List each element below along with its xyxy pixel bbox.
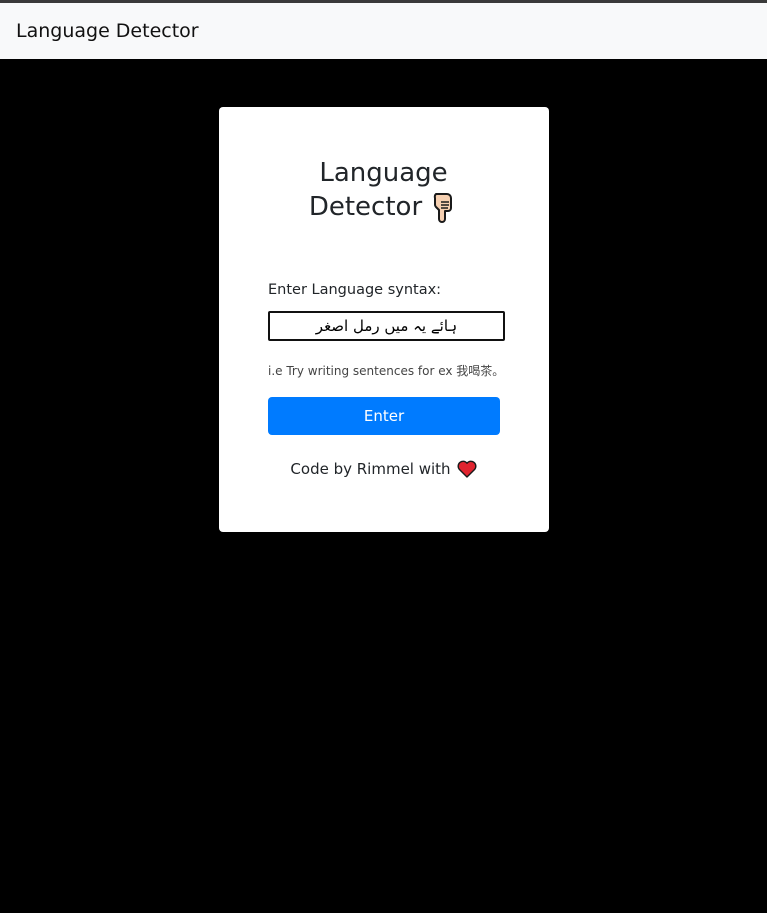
- title-line-1: Language: [319, 158, 448, 188]
- language-syntax-input[interactable]: [268, 311, 505, 341]
- input-label: Enter Language syntax:: [268, 282, 442, 298]
- hint-text: i.e Try writing sentences for ex 我喝茶。: [268, 364, 505, 378]
- navbar: Language Detector: [0, 3, 767, 59]
- card-title: Language Detector: [0, 156, 767, 224]
- enter-button[interactable]: Enter: [268, 397, 500, 435]
- title-line-2: Detector: [308, 192, 423, 222]
- pointing-down-hand-icon: [433, 193, 453, 223]
- heart-icon: [457, 460, 477, 478]
- footer-credit: Code by Rimmel with: [0, 460, 767, 478]
- navbar-brand[interactable]: Language Detector: [16, 20, 199, 42]
- footer-text: Code by Rimmel with: [290, 460, 451, 478]
